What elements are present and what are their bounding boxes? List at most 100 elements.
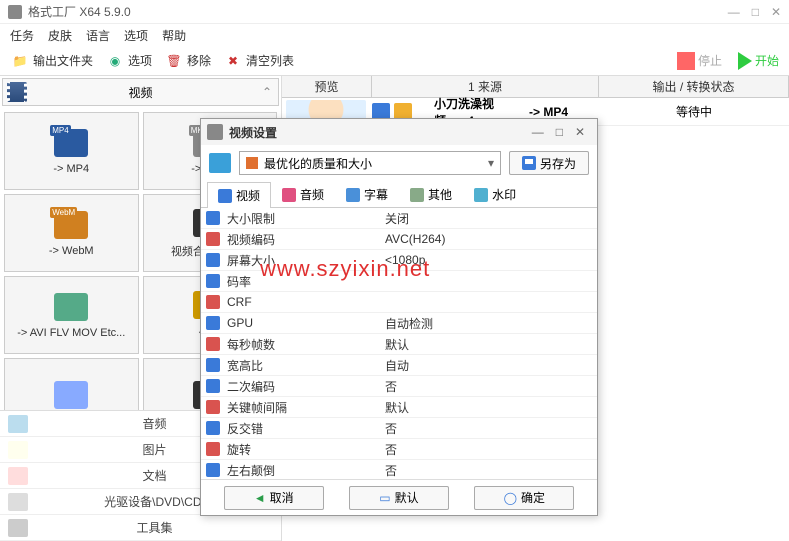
ok-button[interactable]: ◯确定 xyxy=(474,486,574,510)
tab-label: 水印 xyxy=(492,186,516,203)
menu-options[interactable]: 选项 xyxy=(124,27,148,44)
tab-label: 字幕 xyxy=(364,186,388,203)
tab-4[interactable]: 水印 xyxy=(463,181,527,207)
output-folder-button[interactable]: 📁输出文件夹 xyxy=(6,49,97,73)
format-tile-6[interactable] xyxy=(4,358,139,410)
prop-key: 屏幕大小 xyxy=(225,252,385,269)
menubar: 任务 皮肤 语言 选项 帮助 xyxy=(0,24,789,46)
menu-help[interactable]: 帮助 xyxy=(162,27,186,44)
tab-0[interactable]: 视频 xyxy=(207,182,271,208)
tab-icon xyxy=(474,188,488,202)
default-button[interactable]: ▭默认 xyxy=(349,486,449,510)
toolbar: 📁输出文件夹 ◉选项 🗑移除 ✖清空列表 停止 开始 xyxy=(0,46,789,76)
tab-2[interactable]: 字幕 xyxy=(335,181,399,207)
prop-value: 自动 xyxy=(385,357,597,374)
prop-key: 左右颠倒 xyxy=(225,462,385,479)
tile-icon xyxy=(51,379,91,410)
prop-icon xyxy=(206,232,220,246)
col-preview[interactable]: 预览 xyxy=(282,76,372,97)
tab-label: 其他 xyxy=(428,186,452,203)
folder-icon: 📁 xyxy=(10,51,30,71)
settings-icon xyxy=(207,124,223,140)
category-row-4[interactable]: 工具集 xyxy=(0,515,281,541)
options-icon: ◉ xyxy=(105,51,125,71)
clear-list-button[interactable]: ✖清空列表 xyxy=(219,49,298,73)
prop-row-8[interactable]: 二次编码否 xyxy=(201,376,597,397)
prop-icon xyxy=(206,253,220,267)
prop-row-4[interactable]: CRF xyxy=(201,292,597,313)
tab-1[interactable]: 音频 xyxy=(271,181,335,207)
prop-value: 默认 xyxy=(385,399,597,416)
prop-row-3[interactable]: 码率 xyxy=(201,271,597,292)
prop-value: 默认 xyxy=(385,336,597,353)
prop-key: 码率 xyxy=(225,273,385,290)
prop-row-0[interactable]: 大小限制关闭 xyxy=(201,208,597,229)
prop-icon xyxy=(206,442,220,456)
prop-row-11[interactable]: 旋转否 xyxy=(201,439,597,460)
video-category-header[interactable]: 视频 ⌃ xyxy=(2,78,279,106)
category-icon xyxy=(8,467,28,485)
prop-row-5[interactable]: GPU自动检测 xyxy=(201,313,597,334)
video-icon xyxy=(7,82,27,102)
prop-row-9[interactable]: 关键帧间隔默认 xyxy=(201,397,597,418)
menu-language[interactable]: 语言 xyxy=(86,27,110,44)
prop-key: 二次编码 xyxy=(225,378,385,395)
prop-row-10[interactable]: 反交错否 xyxy=(201,418,597,439)
prop-icon xyxy=(206,211,220,225)
format-tile-0[interactable]: MP4 -> MP4 xyxy=(4,112,139,190)
col-status[interactable]: 输出 / 转换状态 xyxy=(599,76,789,97)
prop-value: 否 xyxy=(385,462,597,479)
remove-button[interactable]: 🗑移除 xyxy=(160,49,215,73)
preset-label: 最优化的质量和大小 xyxy=(264,155,372,172)
file-format: -> MP4 xyxy=(529,105,599,119)
column-headers: 预览 1 来源 输出 / 转换状态 xyxy=(282,76,789,98)
tile-label: -> WebM xyxy=(49,245,94,257)
prop-row-6[interactable]: 每秒帧数默认 xyxy=(201,334,597,355)
tab-3[interactable]: 其他 xyxy=(399,181,463,207)
prop-value: 关闭 xyxy=(385,210,597,227)
tab-label: 音频 xyxy=(300,186,324,203)
save-as-button[interactable]: 另存为 xyxy=(509,151,589,175)
stop-icon xyxy=(677,52,695,70)
menu-skin[interactable]: 皮肤 xyxy=(48,27,72,44)
play-icon xyxy=(738,52,752,70)
category-icon xyxy=(8,415,28,433)
tile-label: -> MP4 xyxy=(53,163,89,175)
prop-icon xyxy=(206,379,220,393)
check-circle-icon: ◯ xyxy=(504,491,517,505)
stop-button[interactable]: 停止 xyxy=(673,50,726,72)
remove-icon: 🗑 xyxy=(164,51,184,71)
tile-icon: MP4 xyxy=(51,127,91,159)
minimize-icon[interactable]: — xyxy=(728,5,740,19)
prop-row-2[interactable]: 屏幕大小<1080p xyxy=(201,250,597,271)
prop-icon xyxy=(206,274,220,288)
format-tile-2[interactable]: WebM-> WebM xyxy=(4,194,139,272)
prop-row-7[interactable]: 宽高比自动 xyxy=(201,355,597,376)
preset-combo[interactable]: 最优化的质量和大小 xyxy=(239,151,501,175)
prop-key: 反交错 xyxy=(225,420,385,437)
prop-row-12[interactable]: 左右颠倒否 xyxy=(201,460,597,479)
dialog-close-icon[interactable]: ✕ xyxy=(575,125,585,139)
close-icon[interactable]: ✕ xyxy=(771,5,781,19)
prop-icon xyxy=(206,295,220,309)
dialog-minimize-icon[interactable]: — xyxy=(532,125,544,139)
format-tile-4[interactable]: -> AVI FLV MOV Etc... xyxy=(4,276,139,354)
maximize-icon[interactable]: □ xyxy=(752,5,759,19)
prop-icon xyxy=(206,400,220,414)
tab-label: 视频 xyxy=(236,187,260,204)
options-button[interactable]: ◉选项 xyxy=(101,49,156,73)
dialog-titlebar: 视频设置 — □ ✕ xyxy=(201,119,597,145)
prop-key: 每秒帧数 xyxy=(225,336,385,353)
collapse-icon: ⌃ xyxy=(262,85,272,99)
tile-icon xyxy=(51,291,91,323)
cancel-button[interactable]: ◄取消 xyxy=(224,486,324,510)
prop-row-1[interactable]: 视频编码AVC(H264) xyxy=(201,229,597,250)
prop-key: CRF xyxy=(225,295,385,309)
dialog-maximize-icon[interactable]: □ xyxy=(556,125,563,139)
menu-tasks[interactable]: 任务 xyxy=(10,27,34,44)
prop-key: 旋转 xyxy=(225,441,385,458)
prop-value: 自动检测 xyxy=(385,315,597,332)
settings-tabs: 视频 音频 字幕 其他 水印 xyxy=(201,181,597,208)
start-button[interactable]: 开始 xyxy=(734,50,783,72)
prop-value: <1080p xyxy=(385,253,597,267)
